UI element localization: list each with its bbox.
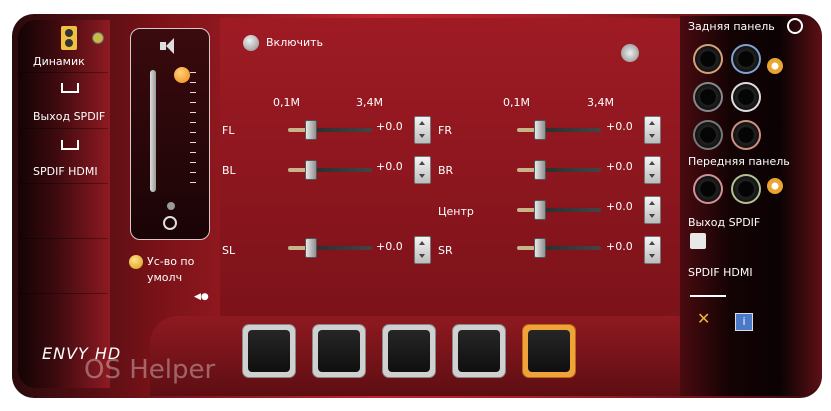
- tools-icon[interactable]: ✕: [697, 310, 715, 328]
- slider-knob-sl[interactable]: [305, 238, 317, 258]
- mute-icon[interactable]: [163, 216, 177, 230]
- slider-knob-fr[interactable]: [534, 120, 546, 140]
- signal-arrow-icon: [690, 283, 726, 297]
- sidebar-divider: [20, 128, 108, 129]
- watermark: OS Helper: [84, 355, 216, 385]
- environment-trees-icon[interactable]: [452, 324, 506, 378]
- enable-radio[interactable]: [243, 35, 259, 51]
- range-label: 3,4M: [356, 96, 383, 109]
- slider-center[interactable]: [517, 208, 601, 212]
- channel-label-bl: BL: [222, 164, 236, 177]
- volume-icon: [160, 38, 180, 54]
- app-window: Динамик Выход SPDIF SPDIF HDMI Ус-во по …: [0, 0, 831, 411]
- value-sl: +0.0: [376, 240, 403, 253]
- rear-jack[interactable]: [731, 120, 761, 150]
- front-panel-label: Передняя панель: [688, 155, 790, 168]
- slider-sl[interactable]: [288, 246, 372, 250]
- slider-sr[interactable]: [517, 246, 601, 250]
- range-label: 0,1M: [503, 96, 530, 109]
- slider-br[interactable]: [517, 168, 601, 172]
- info-icon[interactable]: i: [735, 313, 753, 331]
- spdif-hdmi-label: SPDIF HDMI: [688, 266, 753, 279]
- sidebar-divider: [20, 238, 108, 239]
- speaker-icon[interactable]: [61, 26, 77, 50]
- value-fr: +0.0: [606, 120, 633, 133]
- value-bl: +0.0: [376, 160, 403, 173]
- master-volume-scale: [190, 72, 196, 188]
- sidebar-item-spdif-hdmi[interactable]: SPDIF HDMI: [33, 165, 98, 178]
- spinner-center[interactable]: [644, 196, 661, 224]
- rear-jack[interactable]: [731, 44, 761, 74]
- value-center: +0.0: [606, 200, 633, 213]
- rear-jack[interactable]: [731, 82, 761, 112]
- slider-knob-center[interactable]: [534, 200, 546, 220]
- value-fl: +0.0: [376, 120, 403, 133]
- sidebar-item-speaker[interactable]: Динамик: [33, 55, 85, 68]
- spdif-out-label: Выход SPDIF: [688, 216, 761, 229]
- range-label: 3,4M: [587, 96, 614, 109]
- range-label: 0,1M: [273, 96, 300, 109]
- channel-label-fl: FL: [222, 124, 235, 137]
- sine-wave-icon[interactable]: [312, 324, 366, 378]
- sidebar-item-spdif-out[interactable]: Выход SPDIF: [33, 110, 105, 123]
- front-jack[interactable]: [693, 174, 723, 204]
- channel-label-br: BR: [438, 164, 454, 177]
- spinner-sl[interactable]: [414, 236, 431, 264]
- refresh-icon[interactable]: [767, 178, 783, 194]
- spinner-bl[interactable]: [414, 156, 431, 184]
- spinner-fl[interactable]: [414, 116, 431, 144]
- power-icon[interactable]: [787, 18, 803, 34]
- slider-knob-bl[interactable]: [305, 160, 317, 180]
- slider-bl[interactable]: [288, 168, 372, 172]
- value-br: +0.0: [606, 160, 633, 173]
- room-speaker-distance-icon[interactable]: [522, 324, 576, 378]
- channel-label-fr: FR: [438, 124, 452, 137]
- optical-port-icon: [690, 233, 706, 249]
- channel-label-sl: SL: [222, 244, 236, 257]
- spinner-br[interactable]: [644, 156, 661, 184]
- slider-knob-br[interactable]: [534, 160, 546, 180]
- equalizer-icon[interactable]: [382, 324, 436, 378]
- slider-knob-sr[interactable]: [534, 238, 546, 258]
- channel-label-center: Центр: [438, 205, 474, 218]
- sidebar-divider: [20, 183, 108, 184]
- rear-jack[interactable]: [693, 44, 723, 74]
- left-sidebar: [18, 20, 110, 388]
- master-volume-knob[interactable]: [174, 67, 190, 83]
- speaker-config-icon[interactable]: [242, 324, 296, 378]
- slider-knob-fl[interactable]: [305, 120, 317, 140]
- rear-panel-label: Задняя панель: [688, 20, 775, 33]
- channel-label-sr: SR: [438, 244, 453, 257]
- reset-icon[interactable]: [621, 44, 639, 62]
- sidebar-divider: [20, 72, 108, 73]
- connector-icon: [92, 32, 104, 44]
- rear-jack[interactable]: [693, 120, 723, 150]
- pulse-wave-icon: [61, 83, 79, 93]
- master-volume-track[interactable]: [150, 70, 156, 192]
- default-device-label: Ус-во по умолч: [147, 255, 195, 284]
- front-jack[interactable]: [731, 174, 761, 204]
- pulse-wave-icon: [61, 140, 79, 150]
- slider-fl[interactable]: [288, 128, 372, 132]
- volume-indicator-dot: [167, 202, 175, 210]
- sidebar-divider: [20, 293, 108, 294]
- refresh-icon[interactable]: [767, 58, 783, 74]
- rear-jack[interactable]: [693, 82, 723, 112]
- collapse-icon[interactable]: ◀●: [194, 293, 212, 302]
- spinner-fr[interactable]: [644, 116, 661, 144]
- value-sr: +0.0: [606, 240, 633, 253]
- default-device-radio[interactable]: [129, 255, 143, 269]
- enable-label: Включить: [266, 36, 324, 49]
- slider-fr[interactable]: [517, 128, 601, 132]
- spinner-sr[interactable]: [644, 236, 661, 264]
